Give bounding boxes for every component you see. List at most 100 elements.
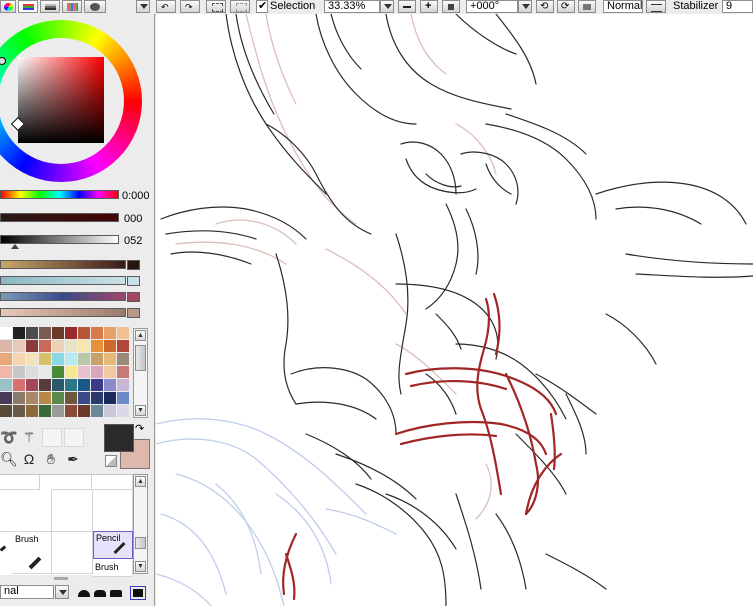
- color-swatch[interactable]: [104, 327, 116, 339]
- color-swatch[interactable]: [52, 327, 64, 339]
- tool-brush-2[interactable]: Brush: [93, 561, 133, 577]
- tool-slot[interactable]: [0, 490, 52, 532]
- color-swatch[interactable]: [65, 340, 77, 352]
- color-mode-tab-wheel[interactable]: [0, 0, 16, 13]
- color-swatch[interactable]: [78, 340, 90, 352]
- scroll-up-arrow-icon[interactable]: ▲: [135, 330, 146, 341]
- zoom-dropdown-button[interactable]: [380, 0, 394, 13]
- tool-slot[interactable]: [0, 475, 40, 490]
- color-swatch[interactable]: [39, 353, 51, 365]
- zoom-reset-button[interactable]: [442, 0, 460, 13]
- tool-slot[interactable]: [52, 532, 93, 574]
- color-swatch[interactable]: [117, 379, 129, 391]
- drawing-canvas[interactable]: [156, 14, 753, 606]
- color-swatch[interactable]: [91, 340, 103, 352]
- color-swatch[interactable]: [0, 327, 12, 339]
- mix-slider-3[interactable]: [0, 292, 126, 301]
- tool-slot[interactable]: [93, 475, 133, 490]
- color-swatch[interactable]: [26, 392, 38, 404]
- color-swatch[interactable]: [104, 405, 116, 417]
- color-swatch[interactable]: [65, 405, 77, 417]
- color-swatch[interactable]: [26, 366, 38, 378]
- color-swatch[interactable]: [26, 405, 38, 417]
- color-swatch[interactable]: [65, 353, 77, 365]
- color-swatch[interactable]: [65, 379, 77, 391]
- color-swatch[interactable]: [91, 392, 103, 404]
- scroll-up-arrow-icon[interactable]: ▲: [135, 476, 146, 487]
- mix-slider-2-swatch[interactable]: [127, 276, 140, 286]
- color-swatch[interactable]: [52, 340, 64, 352]
- color-mode-tab-rgb[interactable]: [18, 0, 38, 13]
- color-swatch[interactable]: [65, 366, 77, 378]
- mix-slider-1[interactable]: [0, 260, 126, 269]
- color-swatch[interactable]: [13, 392, 25, 404]
- color-mode-tab-mixer[interactable]: [84, 0, 106, 13]
- mix-slider-1-swatch[interactable]: [127, 260, 140, 270]
- invert-selection-button[interactable]: [230, 0, 250, 13]
- mix-slider-3-swatch[interactable]: [127, 292, 140, 302]
- color-swatch[interactable]: [104, 392, 116, 404]
- brush-blend-field[interactable]: nal: [0, 585, 54, 599]
- redo-button[interactable]: ↷: [180, 0, 200, 13]
- value-slider[interactable]: [0, 235, 119, 244]
- color-swatch[interactable]: [52, 392, 64, 404]
- color-swatch[interactable]: [117, 327, 129, 339]
- color-swatch[interactable]: [117, 405, 129, 417]
- color-swatch[interactable]: [13, 353, 25, 365]
- scroll-thumb[interactable]: [135, 345, 146, 371]
- color-swatch[interactable]: [0, 392, 12, 404]
- brush-shape-round-icon[interactable]: [78, 590, 90, 597]
- lasso-tool-icon[interactable]: ➰: [0, 428, 18, 446]
- color-swatch[interactable]: [52, 366, 64, 378]
- color-swatch[interactable]: [13, 379, 25, 391]
- color-swatch[interactable]: [39, 379, 51, 391]
- color-swatch[interactable]: [104, 379, 116, 391]
- tool-slot[interactable]: [52, 475, 92, 490]
- transparent-color-icon[interactable]: [105, 455, 117, 467]
- color-swatch[interactable]: [91, 366, 103, 378]
- scroll-thumb[interactable]: [135, 537, 146, 549]
- color-swatch[interactable]: [52, 379, 64, 391]
- rotate-tool-icon[interactable]: Ω: [20, 450, 38, 468]
- color-swatch[interactable]: [78, 366, 90, 378]
- mix-slider-4-swatch[interactable]: [127, 308, 140, 318]
- undo-button[interactable]: ↶: [156, 0, 176, 13]
- color-swatch[interactable]: [91, 379, 103, 391]
- brush-shape-soft-icon[interactable]: [94, 590, 106, 597]
- main-color-swatch[interactable]: [104, 424, 134, 452]
- color-swatch[interactable]: [0, 379, 12, 391]
- zoom-field[interactable]: 33.33%: [324, 0, 380, 13]
- color-swatch[interactable]: [26, 353, 38, 365]
- color-swatch[interactable]: [39, 327, 51, 339]
- swatch-scrollbar[interactable]: ▲ ▼: [133, 328, 148, 418]
- color-swatch[interactable]: [65, 392, 77, 404]
- color-swatch[interactable]: [52, 353, 64, 365]
- color-swatch[interactable]: [104, 353, 116, 365]
- color-swatch[interactable]: [78, 405, 90, 417]
- stroke-mode-button[interactable]: [646, 0, 666, 13]
- color-swatch[interactable]: [117, 353, 129, 365]
- color-swatch[interactable]: [39, 405, 51, 417]
- flip-view-button[interactable]: [578, 0, 596, 13]
- color-swatch[interactable]: [26, 327, 38, 339]
- brush-shape-flat-icon[interactable]: [110, 590, 122, 597]
- color-swatch[interactable]: [91, 327, 103, 339]
- saturation-slider[interactable]: [0, 213, 119, 222]
- hue-slider[interactable]: [0, 190, 119, 199]
- rotate-left-button[interactable]: ⟲: [536, 0, 554, 13]
- rotation-dropdown-button[interactable]: [518, 0, 532, 13]
- tool-scrollbar[interactable]: ▲ ▼: [133, 474, 148, 574]
- tool-slot[interactable]: [93, 490, 133, 532]
- color-mode-tab-hsv[interactable]: [40, 0, 60, 13]
- color-swatch[interactable]: [13, 340, 25, 352]
- zoom-in-button[interactable]: +: [420, 0, 438, 13]
- rotate-right-button[interactable]: ⟳: [557, 0, 575, 13]
- zoom-out-button[interactable]: [398, 0, 416, 13]
- color-swatch[interactable]: [26, 379, 38, 391]
- saturation-value-square[interactable]: [18, 57, 104, 143]
- color-swatch[interactable]: [39, 392, 51, 404]
- panel-splitter[interactable]: [54, 577, 68, 580]
- color-swatch[interactable]: [117, 340, 129, 352]
- color-swatch[interactable]: [13, 327, 25, 339]
- toolbar-dropdown-button[interactable]: [136, 0, 150, 13]
